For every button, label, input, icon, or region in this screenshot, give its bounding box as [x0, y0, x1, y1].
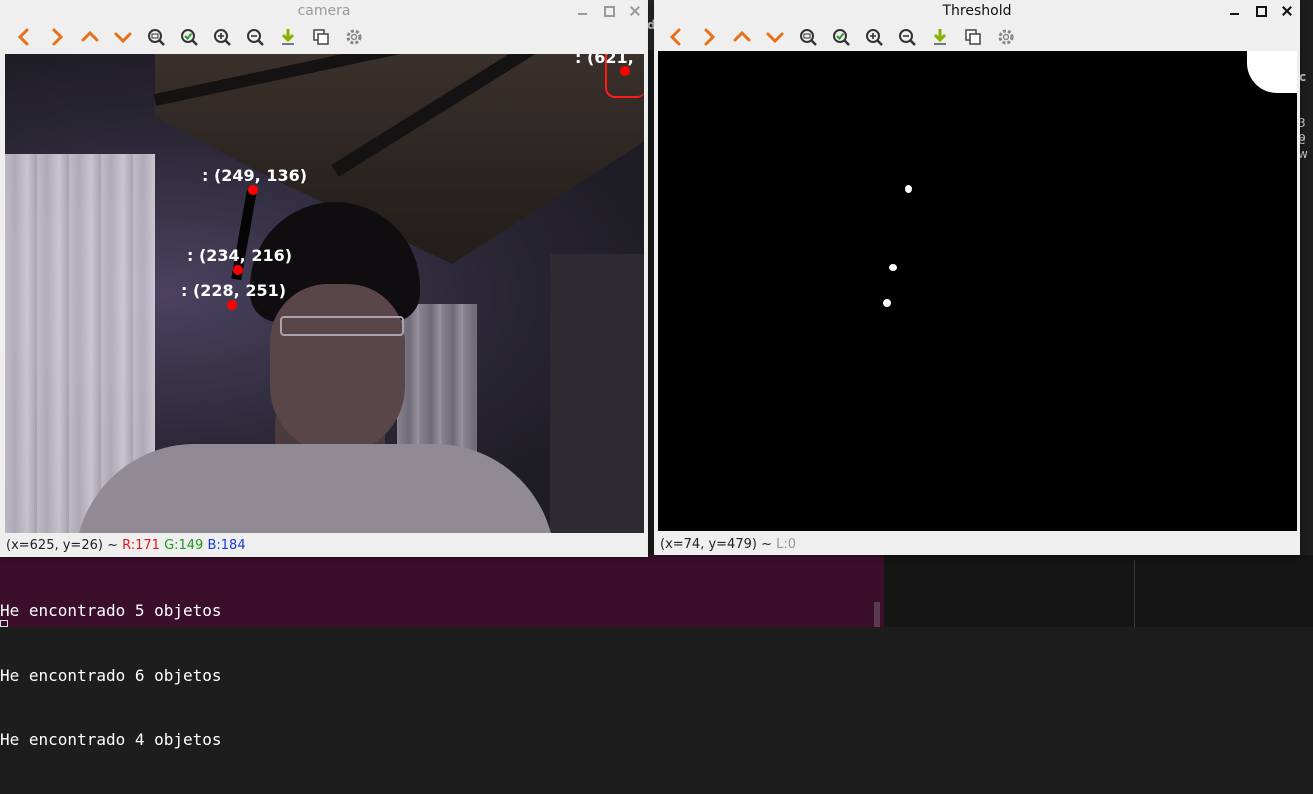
- zoom-in-icon: [866, 29, 883, 46]
- settings-button[interactable]: [340, 24, 368, 50]
- zoom-in-button[interactable]: [208, 24, 236, 50]
- settings-icon: [998, 29, 1014, 45]
- down-button[interactable]: [109, 24, 137, 50]
- previous-button[interactable]: [10, 24, 38, 50]
- up-button[interactable]: [728, 24, 756, 50]
- camera-window[interactable]: camera : (621, : (249, 136): (234, 216)…: [0, 0, 648, 557]
- toolbar: [654, 22, 1300, 52]
- down-icon: [766, 32, 784, 44]
- up-icon: [81, 30, 99, 42]
- up-icon: [733, 30, 751, 42]
- next-icon: [704, 28, 716, 46]
- zoom-out-icon: [247, 29, 264, 46]
- down-icon: [114, 32, 132, 44]
- terminal-line: He encontrado 5 objetos: [0, 601, 222, 620]
- minimize-button[interactable]: [1228, 4, 1242, 18]
- settings-icon: [346, 29, 362, 45]
- next-button[interactable]: [695, 24, 723, 50]
- titlebar[interactable]: camera: [0, 0, 648, 22]
- zoom-out-button[interactable]: [241, 24, 269, 50]
- person-shirt: [75, 444, 555, 533]
- shelf: [550, 254, 644, 533]
- zoom-fit-button[interactable]: [794, 24, 822, 50]
- zoom-original-icon: [833, 29, 850, 46]
- detection-point: [620, 66, 630, 76]
- status-bar: (x=74, y=479) ~ L:0: [660, 537, 796, 552]
- titlebar[interactable]: Threshold: [654, 0, 1300, 22]
- edge-text: e w: [1298, 133, 1308, 161]
- edge-text: c: [1299, 70, 1307, 84]
- copy-button[interactable]: [959, 24, 987, 50]
- person-face: [270, 284, 405, 454]
- next-icon: [52, 28, 64, 46]
- zoom-in-button[interactable]: [860, 24, 888, 50]
- previous-icon: [669, 28, 681, 46]
- previous-button[interactable]: [662, 24, 690, 50]
- terminal-cursor: [0, 620, 8, 627]
- zoom-original-button[interactable]: [827, 24, 855, 50]
- zoom-original-icon: [181, 29, 198, 46]
- zoom-out-icon: [899, 29, 916, 46]
- zoom-out-button[interactable]: [893, 24, 921, 50]
- red-value: R:171: [122, 538, 160, 553]
- copy-icon: [313, 29, 329, 45]
- detection-point: [233, 265, 243, 275]
- threshold-blob: [1247, 51, 1297, 93]
- close-button[interactable]: [628, 4, 642, 18]
- terminal-scrollbar[interactable]: [874, 602, 880, 627]
- terminal[interactable]: He encontrado 5 objetos He encontrado 6 …: [0, 555, 884, 749]
- down-button[interactable]: [761, 24, 789, 50]
- level-value: L:0: [776, 537, 796, 552]
- zoom-fit-icon: [800, 29, 817, 46]
- threshold-window[interactable]: Threshold (x=74, y=479) ~ L:0: [654, 0, 1300, 555]
- copy-icon: [965, 29, 981, 45]
- detection-point: [227, 300, 237, 310]
- threshold-image[interactable]: [658, 51, 1297, 531]
- detection-label: : (234, 216): [187, 246, 293, 265]
- threshold-blob: [905, 185, 912, 193]
- zoom-fit-button[interactable]: [142, 24, 170, 50]
- camera-image[interactable]: : (621, : (249, 136) : (234, 216) : (228…: [5, 54, 644, 533]
- close-button[interactable]: [1280, 4, 1294, 18]
- detection-point: [248, 185, 258, 195]
- up-button[interactable]: [76, 24, 104, 50]
- cursor-coords: (x=625, y=26) ~: [6, 538, 123, 553]
- threshold-blob: [889, 264, 897, 271]
- save-button[interactable]: [274, 24, 302, 50]
- zoom-fit-icon: [148, 29, 165, 46]
- settings-button[interactable]: [992, 24, 1020, 50]
- next-button[interactable]: [43, 24, 71, 50]
- save-button[interactable]: [926, 24, 954, 50]
- divider: [1134, 560, 1135, 627]
- green-value: G:149: [164, 538, 204, 553]
- previous-icon: [17, 28, 29, 46]
- maximize-button[interactable]: [602, 4, 616, 18]
- zoom-in-icon: [214, 29, 231, 46]
- status-bar: (x=625, y=26) ~ R:171 G:149 B:184: [6, 538, 246, 553]
- maximize-button[interactable]: [1254, 4, 1268, 18]
- zoom-original-button[interactable]: [175, 24, 203, 50]
- window-title: Threshold: [942, 3, 1012, 19]
- detection-label: : (228, 251): [181, 281, 287, 300]
- detection-label: : (621,: [575, 54, 634, 67]
- blue-value: B:184: [207, 538, 246, 553]
- background-panel: [884, 555, 1313, 627]
- terminal-line: He encontrado 6 objetos: [0, 665, 222, 685]
- minimize-button[interactable]: [576, 4, 590, 18]
- window-title: camera: [297, 3, 351, 19]
- save-icon: [281, 29, 295, 45]
- toolbar: [0, 22, 648, 52]
- detection-label: : (249, 136): [202, 166, 308, 185]
- glasses: [280, 316, 404, 336]
- copy-button[interactable]: [307, 24, 335, 50]
- terminal-line: He encontrado 4 objetos: [0, 730, 222, 749]
- cursor-coords: (x=74, y=479) ~: [660, 537, 777, 552]
- threshold-blob: [883, 299, 891, 307]
- save-icon: [933, 29, 947, 45]
